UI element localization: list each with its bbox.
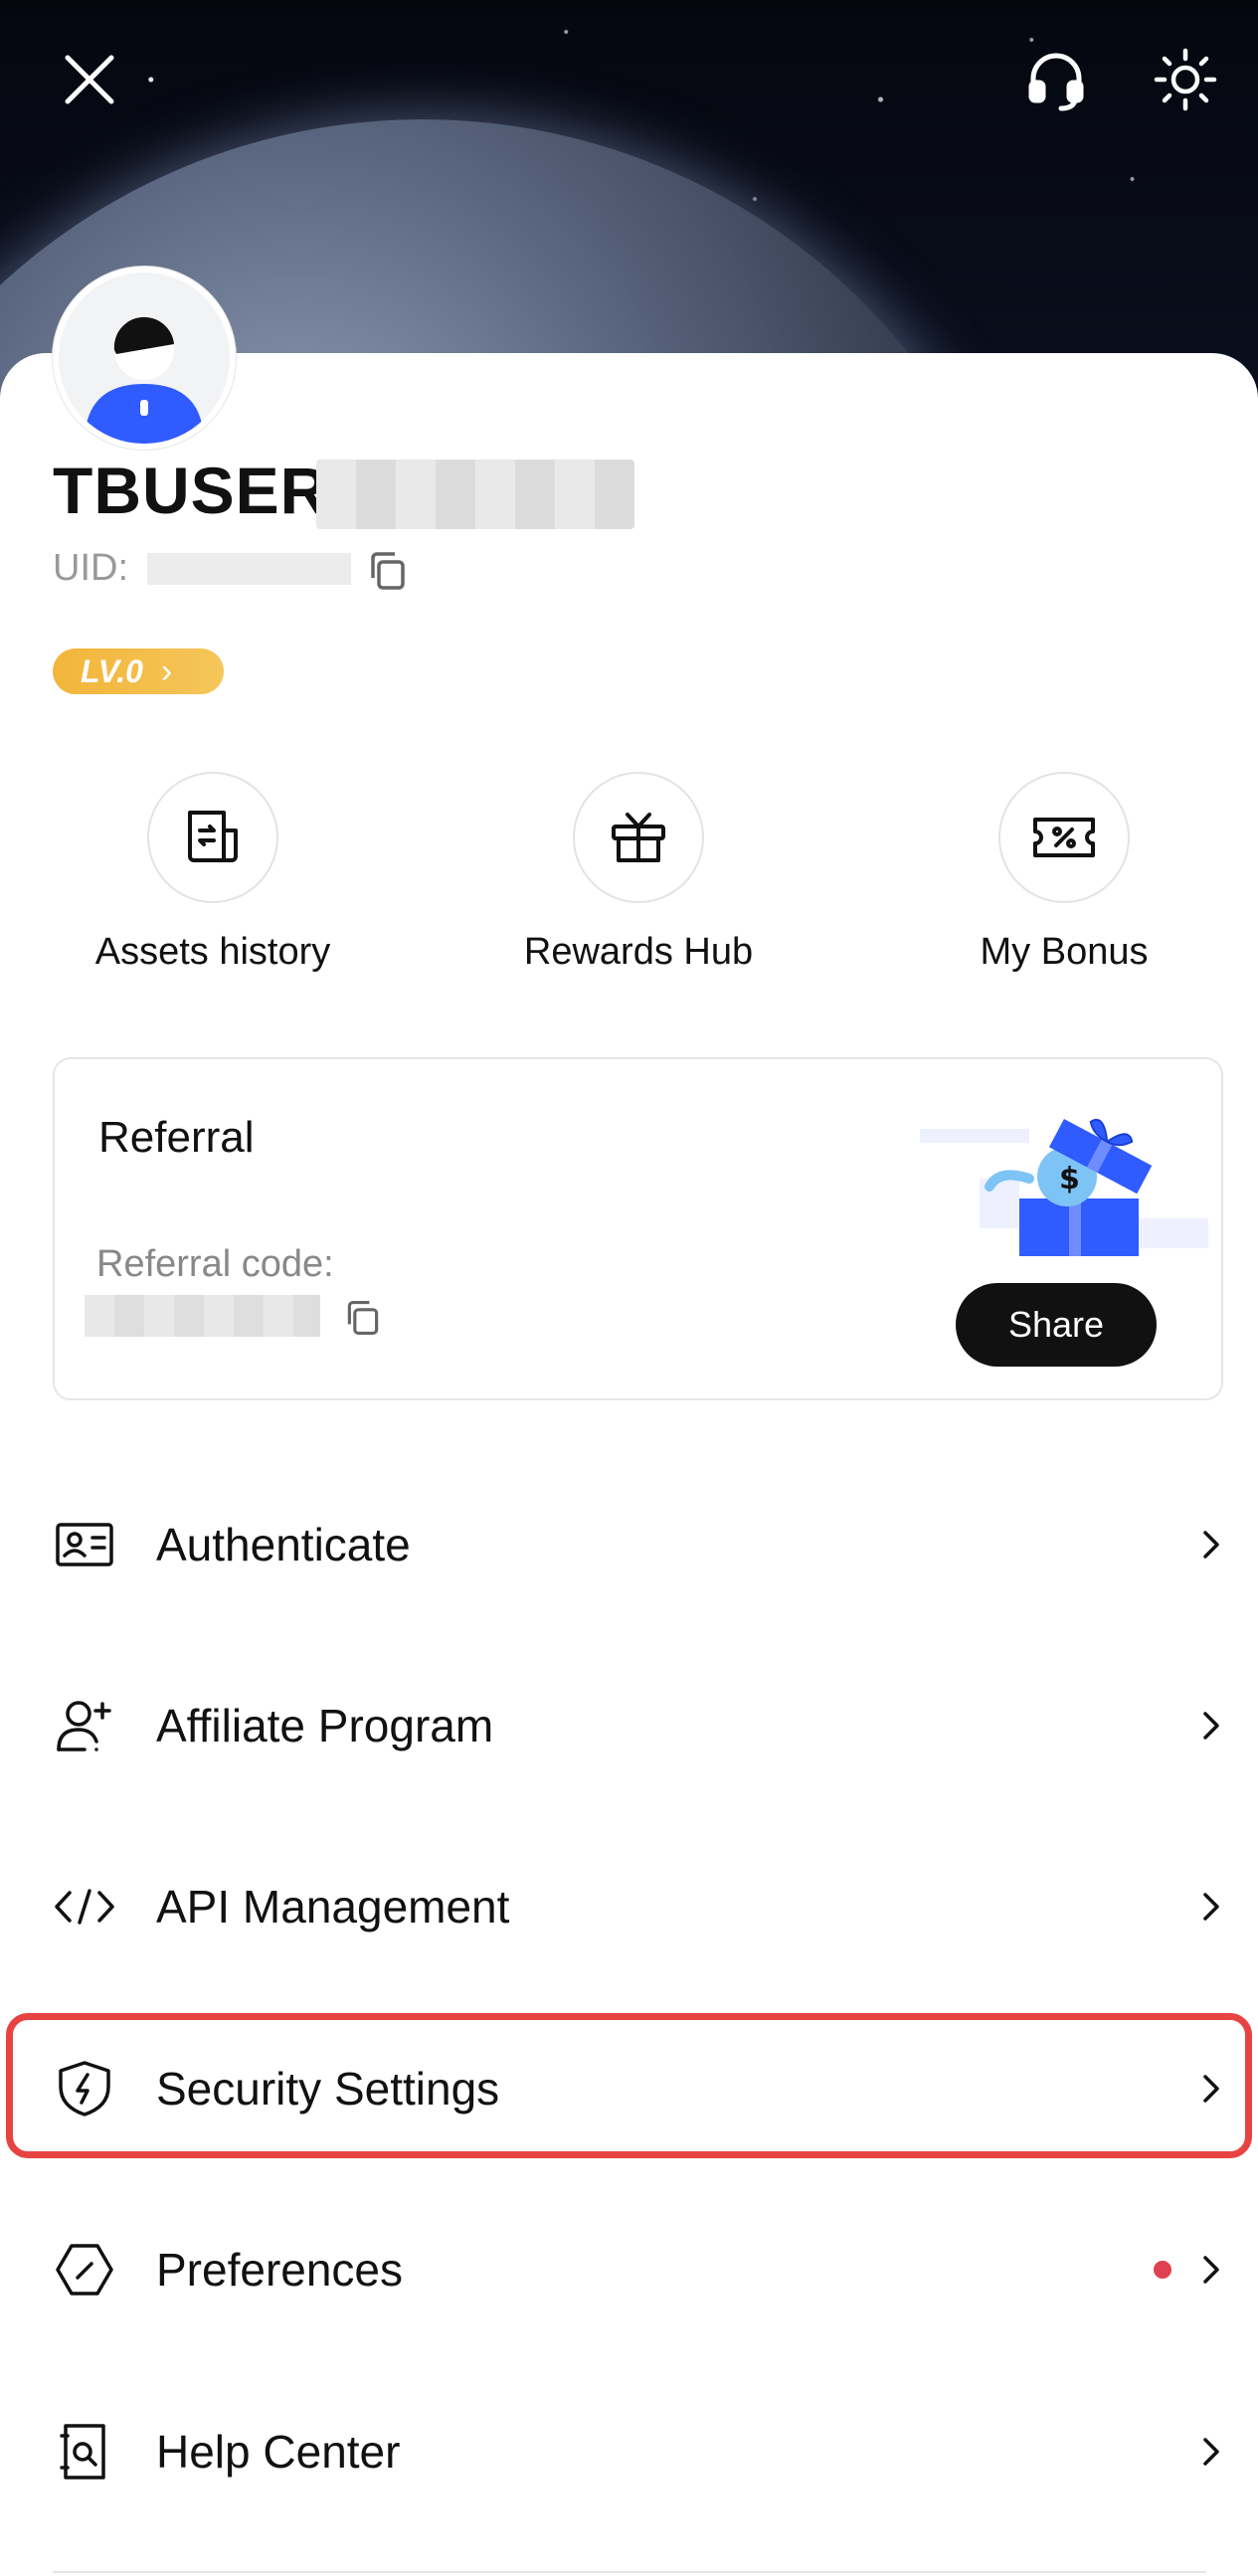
- code-icon: [53, 1875, 116, 1938]
- uid-value-redacted: [147, 553, 351, 585]
- copy-uid-icon[interactable]: [366, 549, 410, 593]
- quick-action-label: My Bonus: [980, 931, 1149, 973]
- chevron-right-icon: [1203, 1893, 1219, 1921]
- quick-action-my-bonus[interactable]: My Bonus: [915, 772, 1213, 974]
- chevron-right-icon: [1203, 1712, 1219, 1740]
- chevron-right-icon: [1203, 2075, 1219, 2103]
- username: TBUSER: [53, 454, 329, 527]
- user-plus-icon: [53, 1694, 116, 1757]
- close-icon[interactable]: [55, 45, 124, 114]
- share-button[interactable]: Share: [956, 1283, 1157, 1367]
- referral-code-label: Referral code:: [96, 1243, 334, 1285]
- referral-card: Referral Referral code: $ Share: [53, 1057, 1223, 1400]
- coupon-icon: [1033, 818, 1095, 857]
- level-text: LV.0: [81, 652, 143, 689]
- menu-item-label: Authenticate: [156, 1519, 411, 1570]
- menu-item-label: Help Center: [156, 2426, 401, 2478]
- chevron-right-icon: [1203, 2438, 1219, 2466]
- menu-item-label: Preferences: [156, 2244, 404, 2296]
- headset-icon[interactable]: [1021, 45, 1091, 114]
- referral-code-redacted: [85, 1295, 320, 1337]
- help-icon: [53, 2420, 116, 2484]
- menu-item-api-management[interactable]: API Management: [0, 1847, 1258, 1966]
- chevron-right-icon: ›: [160, 651, 173, 690]
- menu-item-help-center[interactable]: Help Center: [0, 2392, 1258, 2511]
- menu-item-authenticate[interactable]: Authenticate: [0, 1485, 1258, 1604]
- referral-title: Referral: [98, 1113, 255, 1162]
- quick-action-label: Assets history: [94, 931, 331, 973]
- quick-action-rewards-hub[interactable]: Rewards Hub: [489, 772, 788, 974]
- document-icon: [188, 811, 238, 862]
- id-card-icon: [53, 1513, 116, 1576]
- preferences-icon: [53, 2238, 116, 2301]
- menu-item-label: Security Settings: [156, 2063, 500, 2115]
- username-redacted: [316, 460, 634, 529]
- menu-item-preferences[interactable]: Preferences: [0, 2210, 1258, 2329]
- divider: [53, 2571, 1206, 2573]
- chevron-right-icon: [1203, 2256, 1219, 2284]
- gift-icon: [612, 813, 665, 862]
- gift-illustration: $: [920, 1109, 1208, 1268]
- menu-item-label: API Management: [156, 1881, 510, 1932]
- chevron-right-icon: [1203, 1531, 1219, 1559]
- quick-action-assets-history[interactable]: Assets history: [64, 772, 362, 974]
- avatar[interactable]: [53, 267, 236, 450]
- quick-action-label: Rewards Hub: [523, 931, 754, 973]
- level-badge[interactable]: LV.0 ›: [53, 648, 224, 694]
- menu-item-label: Affiliate Program: [156, 1700, 494, 1751]
- uid-label: UID:: [53, 547, 128, 589]
- notification-dot: [1154, 2261, 1171, 2279]
- shield-icon: [53, 2057, 116, 2120]
- menu-item-affiliate-program[interactable]: Affiliate Program: [0, 1666, 1258, 1785]
- svg-text:$: $: [1059, 1162, 1080, 1196]
- copy-referral-icon[interactable]: [343, 1298, 383, 1338]
- menu-item-security-settings[interactable]: Security Settings: [0, 2029, 1258, 2148]
- sun-icon[interactable]: [1151, 45, 1220, 114]
